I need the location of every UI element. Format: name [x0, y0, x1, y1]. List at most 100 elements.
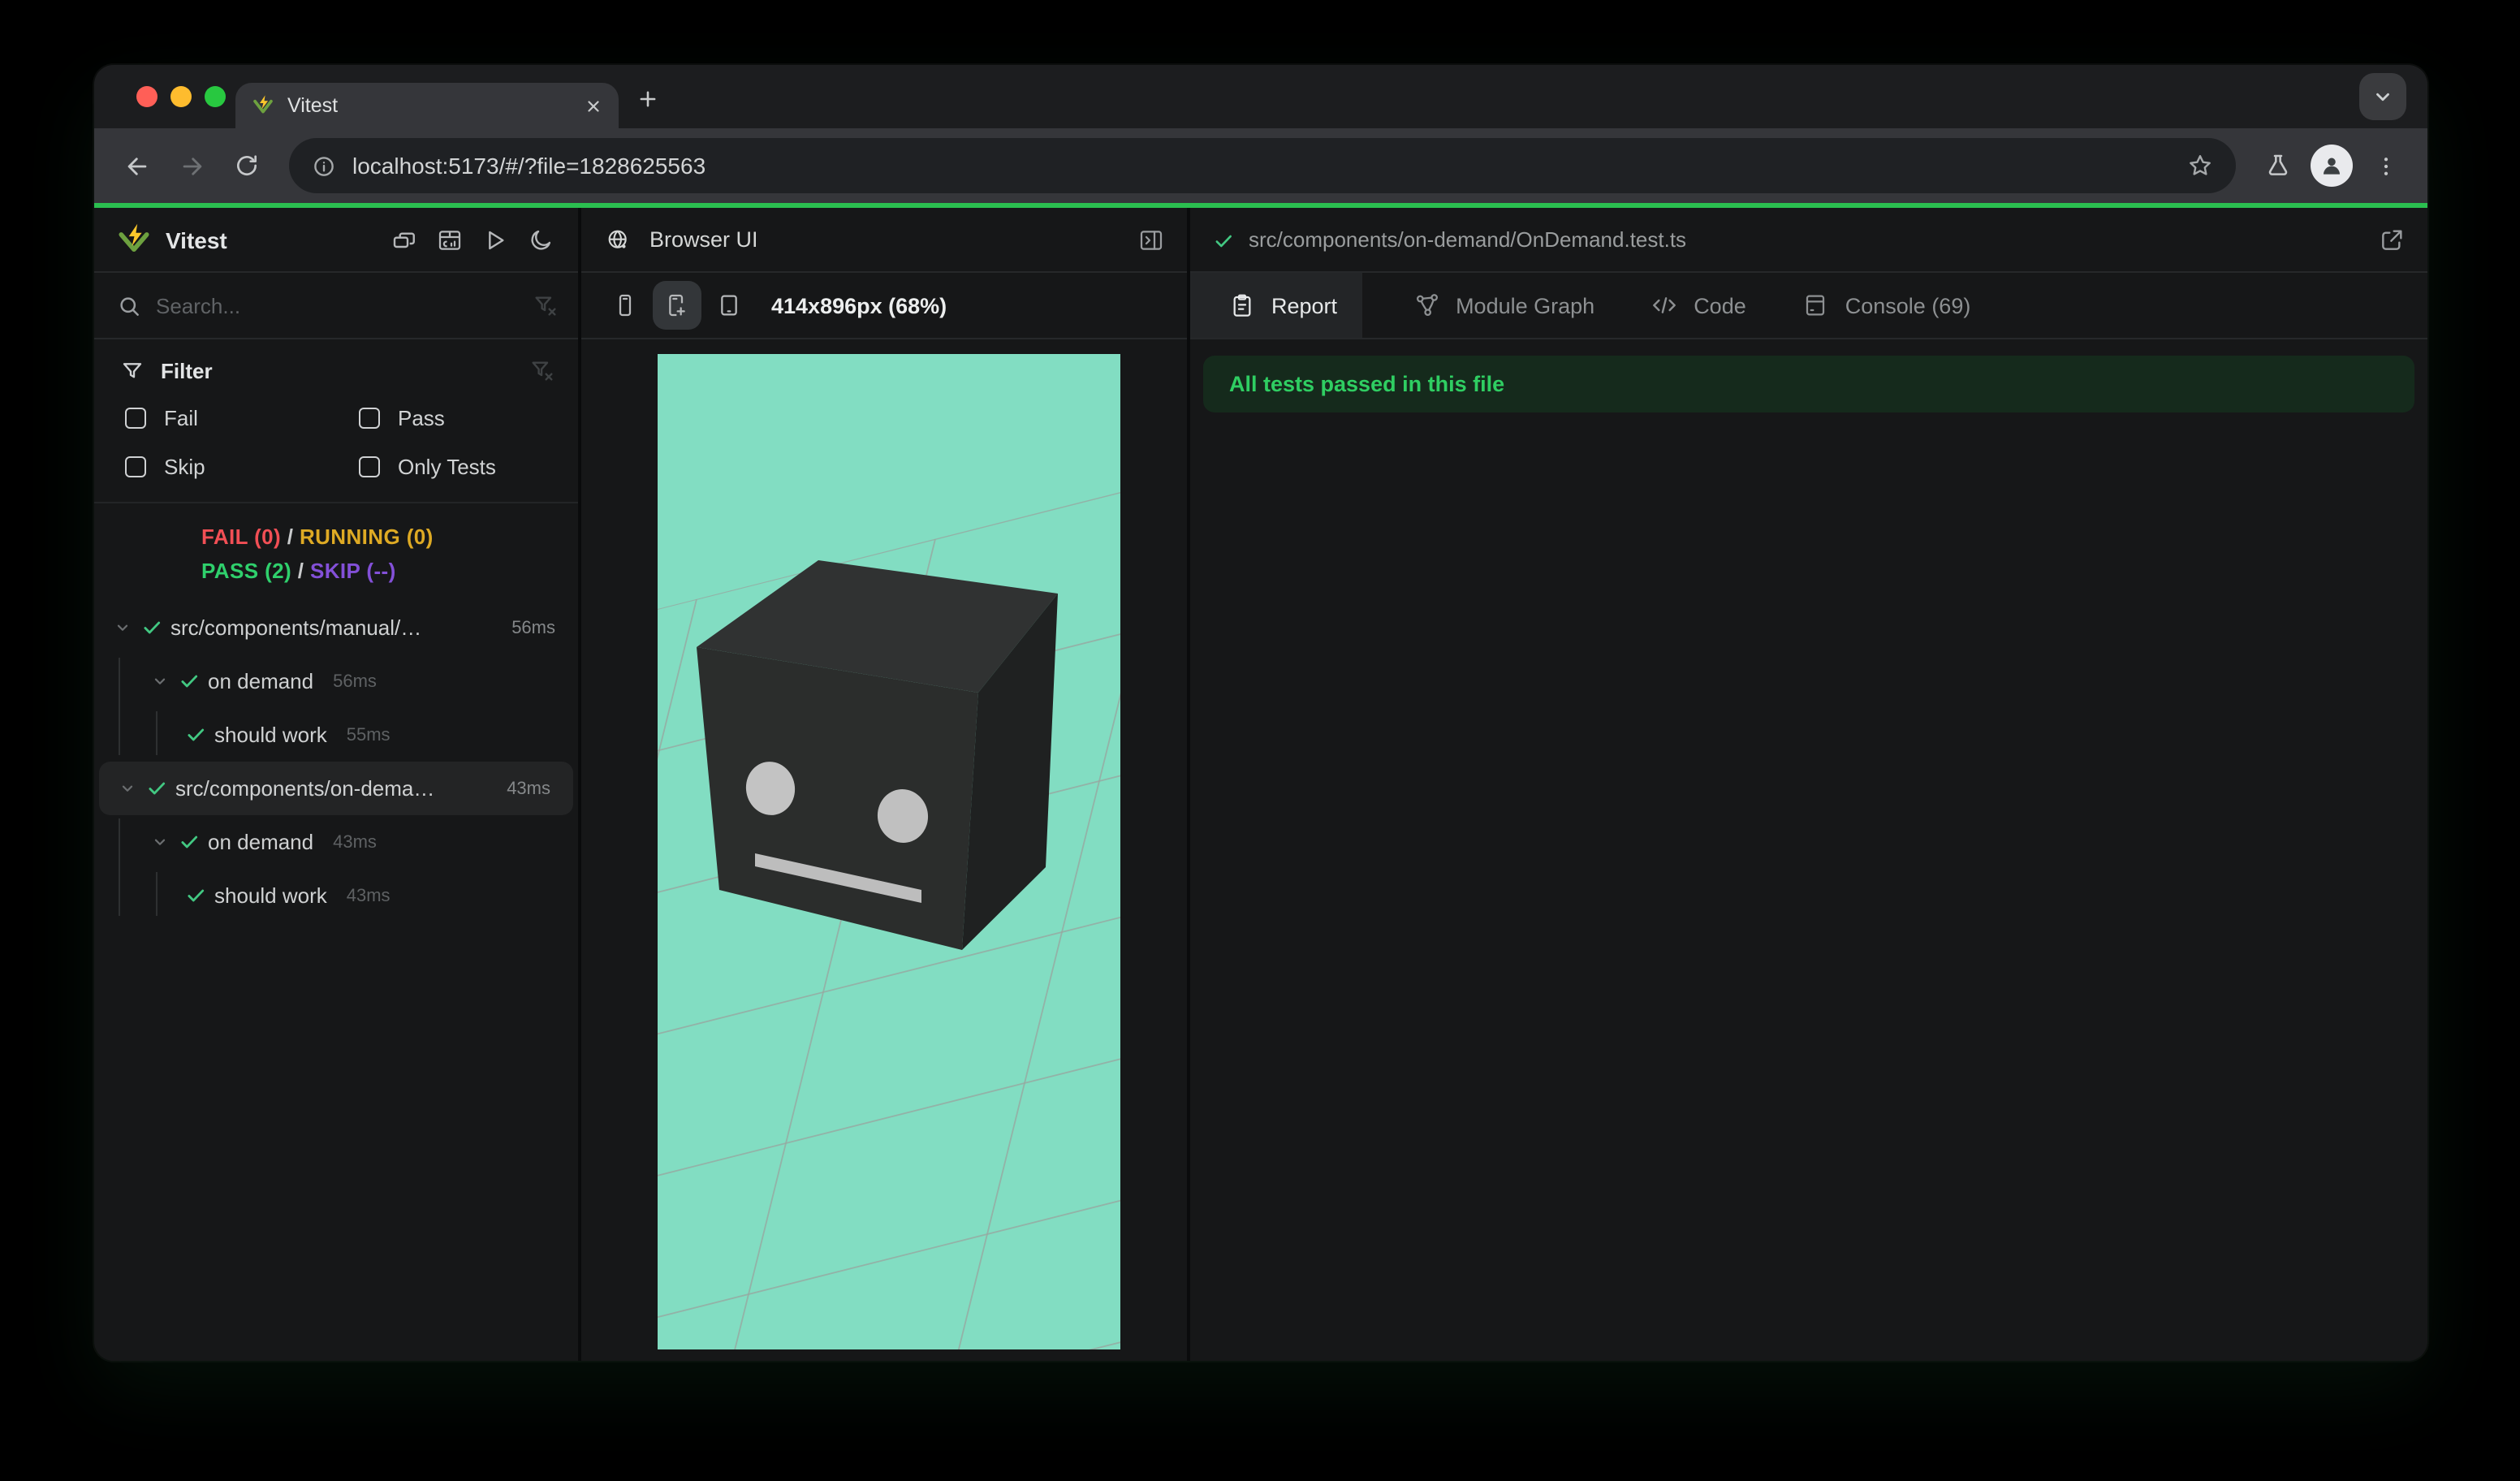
viewport-size-label[interactable]: 414x896px (68%)	[771, 293, 947, 317]
tab-code[interactable]: Code	[1622, 273, 1774, 338]
test-tree: src/components/manual/… 56ms on demand 5…	[94, 598, 578, 1361]
browser-url-bar: localhost:5173/#/?file=1828625563	[94, 128, 2427, 203]
vitest-logo: Vitest	[117, 222, 227, 257]
tab-report[interactable]: Report	[1190, 273, 1362, 338]
test-suite-name: on demand	[208, 830, 314, 854]
test-suite-row[interactable]: on demand 56ms	[94, 654, 578, 708]
open-external-icon[interactable]	[2379, 227, 2405, 253]
panel-right-open-icon[interactable]	[1138, 227, 1164, 253]
filter-pass-label: Pass	[398, 406, 445, 430]
test-summary: FAIL (0) / RUNNING (0) PASS (2) / SKIP (…	[94, 503, 578, 598]
tab-module-graph[interactable]: Module Graph	[1384, 273, 1622, 338]
test-duration: 56ms	[511, 618, 555, 637]
robot-cube	[697, 560, 1058, 950]
app-name: Vitest	[166, 227, 227, 253]
collapse-tests-icon[interactable]	[390, 225, 419, 254]
browser-ui-header: Browser UI	[581, 208, 1187, 273]
tab-close-icon[interactable]	[585, 97, 602, 114]
site-info-icon[interactable]	[312, 153, 336, 178]
report-body: All tests passed in this file	[1190, 339, 2427, 1361]
test-file-row-selected[interactable]: src/components/on-dema… 43ms	[99, 762, 573, 815]
pass-check-icon	[185, 885, 206, 906]
all-tests-passed-banner: All tests passed in this file	[1203, 356, 2414, 412]
tab-title: Vitest	[287, 94, 339, 117]
filter-fail-label: Fail	[164, 406, 198, 430]
test-file-row[interactable]: src/components/manual/… 56ms	[94, 601, 578, 654]
filter-fail-checkbox[interactable]: Fail	[125, 406, 359, 430]
address-bar[interactable]: localhost:5173/#/?file=1828625563	[289, 138, 2236, 193]
pass-check-icon	[1213, 230, 1234, 251]
experiments-flask-icon[interactable]	[2255, 143, 2301, 188]
test-browser-viewport[interactable]	[658, 354, 1120, 1349]
tab-console[interactable]: Console (69)	[1774, 273, 1999, 338]
profile-avatar[interactable]	[2311, 145, 2353, 187]
dark-mode-moon-icon[interactable]	[526, 225, 555, 254]
zoom-window-button[interactable]	[205, 86, 226, 107]
pass-check-icon	[141, 617, 162, 638]
reload-button[interactable]	[224, 143, 270, 188]
search-input[interactable]	[156, 293, 533, 317]
search-icon	[114, 291, 143, 320]
test-file-name: src/components/manual/…	[170, 615, 422, 640]
test-file-path: src/components/on-demand/OnDemand.test.t…	[1213, 227, 1686, 252]
clear-filter-icon[interactable]	[533, 292, 559, 318]
filter-title: Filter	[161, 358, 213, 382]
vitest-favicon-icon	[252, 94, 274, 117]
skip-count: SKIP (--)	[309, 559, 396, 583]
summary-line-1: FAIL (0) / RUNNING (0)	[201, 525, 434, 549]
code-icon	[1650, 291, 1679, 320]
test-duration: 55ms	[346, 725, 391, 745]
clear-filter-icon[interactable]	[529, 357, 555, 383]
chevron-down-icon[interactable]	[148, 672, 170, 690]
chevron-down-icon[interactable]	[115, 779, 138, 797]
test-duration: 56ms	[333, 671, 377, 691]
checkbox[interactable]	[359, 456, 380, 477]
browser-menu-icon[interactable]	[2362, 143, 2408, 188]
checkbox[interactable]	[359, 408, 380, 429]
screenshot-stage: Vitest localhost:5173/#/?file=1828625563	[0, 0, 2520, 1481]
checkbox[interactable]	[125, 456, 146, 477]
test-duration: 43ms	[507, 779, 550, 798]
console-icon	[1802, 291, 1831, 320]
chevron-down-icon[interactable]	[110, 619, 133, 637]
filter-only-tests-checkbox[interactable]: Only Tests	[359, 455, 555, 479]
sidebar-header: Vitest	[94, 208, 578, 273]
pass-check-icon	[146, 778, 167, 799]
funnel-icon	[117, 356, 146, 385]
test-case-row[interactable]: should work 55ms	[94, 708, 578, 762]
report-panel: src/components/on-demand/OnDemand.test.t…	[1190, 208, 2427, 1361]
minimize-window-button[interactable]	[170, 86, 192, 107]
tab-search-button[interactable]	[2359, 73, 2406, 120]
device-phone-add-icon[interactable]	[653, 281, 701, 330]
chevron-down-icon[interactable]	[148, 833, 170, 851]
url-text[interactable]: localhost:5173/#/?file=1828625563	[352, 153, 2171, 179]
run-all-icon[interactable]	[481, 225, 510, 254]
close-window-button[interactable]	[136, 86, 158, 107]
window-controls	[136, 86, 226, 107]
test-case-row[interactable]: should work 43ms	[94, 869, 578, 922]
banner-text: All tests passed in this file	[1229, 372, 1505, 396]
browser-preview-area	[581, 339, 1187, 1361]
dashboard-icon[interactable]	[435, 225, 464, 254]
device-tablet-icon[interactable]	[705, 281, 753, 330]
filter-pass-checkbox[interactable]: Pass	[359, 406, 555, 430]
new-tab-button[interactable]	[636, 88, 659, 110]
pass-check-icon	[185, 724, 206, 745]
forward-button[interactable]	[169, 143, 214, 188]
checkbox[interactable]	[125, 408, 146, 429]
running-count: RUNNING (0)	[299, 525, 434, 549]
tab-code-label: Code	[1694, 293, 1746, 317]
device-phone-icon[interactable]	[601, 281, 649, 330]
filter-skip-checkbox[interactable]: Skip	[125, 455, 359, 479]
test-suite-row[interactable]: on demand 43ms	[94, 815, 578, 869]
back-button[interactable]	[114, 143, 159, 188]
bookmark-star-icon[interactable]	[2187, 153, 2213, 179]
pass-check-icon	[179, 671, 200, 692]
vitest-ui: Vitest Search... Filter Fail Pass Skip O…	[94, 208, 2427, 1361]
sidebar: Vitest Search... Filter Fail Pass Skip O…	[94, 208, 578, 1361]
browser-titlebar: Vitest	[94, 65, 2427, 128]
filter-only-tests-label: Only Tests	[398, 455, 496, 479]
browser-tab[interactable]: Vitest	[235, 83, 619, 128]
test-case-name: should work	[214, 723, 327, 747]
file-path-text: src/components/on-demand/OnDemand.test.t…	[1249, 227, 1687, 252]
